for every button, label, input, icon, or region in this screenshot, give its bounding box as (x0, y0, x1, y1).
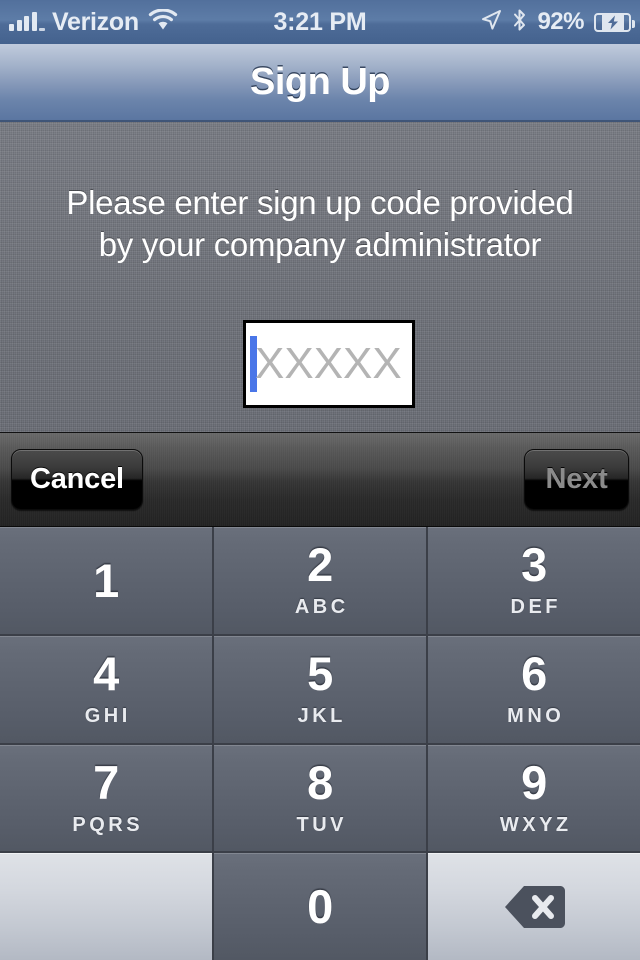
iphone-screen: Verizon 3:21 PM 92% Sign Up Please enter… (0, 0, 640, 960)
key-2[interactable]: 2 ABC (214, 527, 426, 634)
key-digit-label: 0 (307, 880, 333, 934)
location-arrow-icon (480, 9, 502, 36)
key-8[interactable]: 8 TUV (214, 744, 426, 852)
key-digit-label: 6 (521, 647, 547, 701)
navigation-bar: Sign Up (0, 44, 640, 122)
key-digit-label: 4 (93, 647, 119, 701)
key-backspace[interactable] (428, 853, 640, 960)
key-digit-label: 9 (521, 755, 547, 809)
instruction-text: Please enter sign up code provided by yo… (0, 182, 640, 266)
key-4[interactable]: 4 GHI (0, 635, 212, 743)
status-bar: Verizon 3:21 PM 92% (0, 0, 640, 44)
next-button[interactable]: Next (524, 449, 629, 510)
key-letters-label: MNO (507, 705, 565, 728)
signup-code-input[interactable]: XXXXX (243, 320, 415, 408)
key-digit-label: 2 (307, 538, 333, 592)
status-bar-right: 92% (480, 8, 640, 37)
key-digit-label: 8 (307, 755, 333, 809)
key-6[interactable]: 6 MNO (428, 635, 640, 743)
key-letters-label: GHI (84, 705, 131, 728)
key-letters-label: WXYZ (499, 813, 572, 836)
page-title: Sign Up (249, 60, 391, 103)
key-letters-label: ABC (294, 596, 349, 619)
key-1[interactable]: 1 (0, 527, 212, 634)
instruction-line-2: by your company administrator (98, 226, 542, 263)
key-letters-label: PQRS (72, 813, 144, 836)
cancel-button[interactable]: Cancel (11, 449, 143, 510)
keyboard-toolbar: Cancel Next (0, 432, 640, 527)
key-digit-label: 5 (307, 647, 333, 701)
backspace-icon (503, 884, 565, 930)
content-area: Please enter sign up code provided by yo… (0, 122, 640, 432)
numeric-keypad: 1 2 ABC 3 DEF 4 GHI 5 JKL 6 MNO 7 PQRS 8 TUV 9 WXYZ 0 (0, 527, 640, 960)
key-5[interactable]: 5 JKL (214, 635, 426, 743)
bluetooth-icon (512, 8, 527, 37)
instruction-line-1: Please enter sign up code provided (66, 184, 574, 221)
code-placeholder-text: XXXXX (255, 339, 402, 388)
key-letters-label: JKL (297, 705, 346, 728)
key-digit-label: 3 (521, 538, 547, 592)
key-digit-label: 7 (93, 755, 119, 809)
key-7[interactable]: 7 PQRS (0, 744, 212, 852)
key-blank (0, 853, 212, 960)
battery-percent-label: 92% (537, 8, 584, 35)
key-0[interactable]: 0 (214, 853, 426, 960)
key-digit-label: 1 (93, 553, 119, 607)
battery-charging-icon (594, 12, 635, 32)
key-letters-label: TUV (296, 813, 347, 836)
key-9[interactable]: 9 WXYZ (428, 744, 640, 852)
key-letters-label: DEF (510, 596, 561, 619)
key-3[interactable]: 3 DEF (428, 527, 640, 634)
